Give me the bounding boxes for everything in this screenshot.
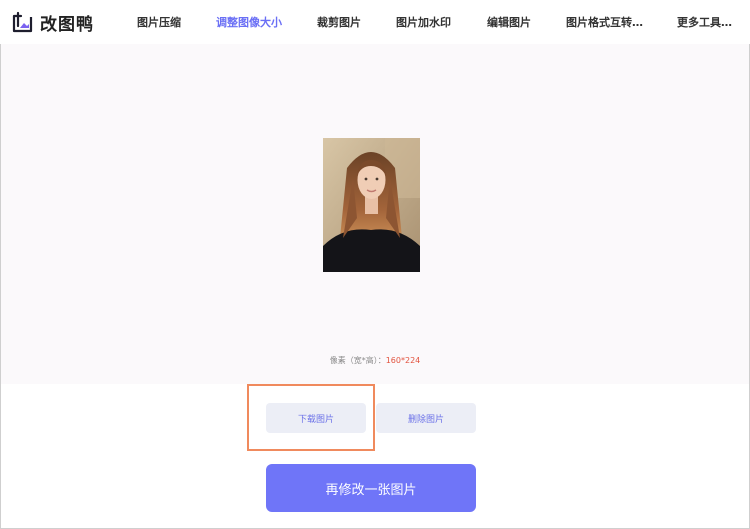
top-nav-bar: 改图鸭 图片压缩 调整图像大小 裁剪图片 图片加水印 编辑图片 图片格式互转… … <box>0 0 750 44</box>
portrait-photo <box>323 138 420 272</box>
delete-image-button[interactable]: 删除图片 <box>376 403 476 433</box>
modify-another-image-button[interactable]: 再修改一张图片 <box>266 464 476 512</box>
nav-item-edit-image[interactable]: 编辑图片 <box>487 14 531 30</box>
nav-item-crop-image[interactable]: 裁剪图片 <box>317 14 361 30</box>
pixel-dimensions: 像素（宽*高）：160*224 <box>1 355 749 366</box>
pixel-dimensions-label: 像素（宽*高）： <box>329 356 386 365</box>
download-image-button[interactable]: 下载图片 <box>266 403 366 433</box>
main-nav: 图片压缩 调整图像大小 裁剪图片 图片加水印 编辑图片 图片格式互转… 更多工具… <box>0 14 750 32</box>
nav-item-resize-image[interactable]: 调整图像大小 <box>216 14 282 30</box>
nav-item-more-tools[interactable]: 更多工具… <box>677 14 732 30</box>
pixel-dimensions-value: 160*224 <box>385 356 421 365</box>
nav-item-image-compress[interactable]: 图片压缩 <box>137 14 181 30</box>
image-preview-area: 像素（宽*高）：160*224 <box>1 44 749 384</box>
nav-item-add-watermark[interactable]: 图片加水印 <box>396 14 451 30</box>
nav-item-format-convert[interactable]: 图片格式互转… <box>566 14 643 30</box>
